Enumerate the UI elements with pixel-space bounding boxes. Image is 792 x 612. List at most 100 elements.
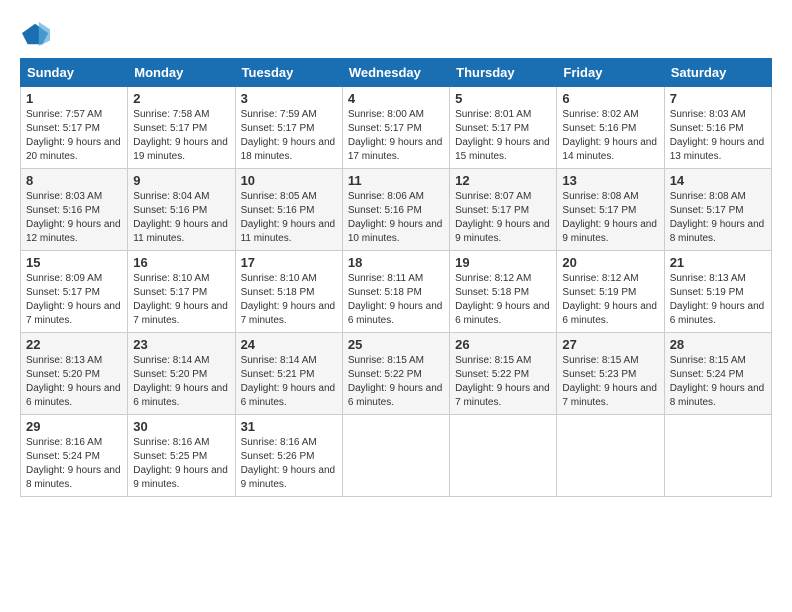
calendar-cell: 2Sunrise: 7:58 AMSunset: 5:17 PMDaylight… — [128, 87, 235, 169]
calendar-cell: 17 Sunrise: 8:10 AMSunset: 5:18 PMDayligh… — [235, 251, 342, 333]
day-number: 10 — [241, 173, 337, 188]
day-number: 6 — [562, 91, 658, 106]
calendar-cell: 29Sunrise: 8:16 AMSunset: 5:24 PMDayligh… — [21, 415, 128, 497]
calendar-cell: 16 Sunrise: 8:10 AMSunset: 5:17 PMDayligh… — [128, 251, 235, 333]
cell-info: Sunrise: 8:10 AMSunset: 5:18 PMDaylight:… — [241, 272, 337, 328]
calendar-table: SundayMondayTuesdayWednesdayThursdayFrid… — [20, 58, 772, 497]
calendar-cell: 9 Sunrise: 8:04 AMSunset: 5:16 PMDaylight… — [128, 169, 235, 251]
calendar-cell — [342, 415, 449, 497]
logo-icon — [22, 20, 50, 48]
column-header-friday: Friday — [557, 59, 664, 87]
calendar-cell: 14 Sunrise: 8:08 AMSunset: 5:17 PMDayligh… — [664, 169, 771, 251]
day-number: 3 — [241, 91, 337, 106]
calendar-cell — [664, 415, 771, 497]
day-number: 15 — [26, 255, 122, 270]
cell-info: Sunrise: 8:12 AMSunset: 5:18 PMDaylight:… — [455, 272, 551, 328]
day-number: 26 — [455, 337, 551, 352]
day-number: 4 — [348, 91, 444, 106]
cell-info: Sunrise: 8:03 AMSunset: 5:16 PMDaylight:… — [26, 190, 122, 246]
cell-info: Sunrise: 8:08 AMSunset: 5:17 PMDaylight:… — [562, 190, 658, 246]
calendar-cell: 28 Sunrise: 8:15 AMSunset: 5:24 PMDayligh… — [664, 333, 771, 415]
cell-info: Sunrise: 8:01 AMSunset: 5:17 PMDaylight:… — [455, 108, 551, 164]
day-number: 20 — [562, 255, 658, 270]
day-number: 2 — [133, 91, 229, 106]
day-number: 24 — [241, 337, 337, 352]
cell-info: Sunrise: 8:15 AMSunset: 5:22 PMDaylight:… — [348, 354, 444, 410]
day-number: 1 — [26, 91, 122, 106]
column-header-thursday: Thursday — [450, 59, 557, 87]
column-header-saturday: Saturday — [664, 59, 771, 87]
day-number: 31 — [241, 419, 337, 434]
day-number: 13 — [562, 173, 658, 188]
cell-info: Sunrise: 8:00 AMSunset: 5:17 PMDaylight:… — [348, 108, 444, 164]
cell-info: Sunrise: 8:11 AMSunset: 5:18 PMDaylight:… — [348, 272, 444, 328]
calendar-cell: 25 Sunrise: 8:15 AMSunset: 5:22 PMDayligh… — [342, 333, 449, 415]
calendar-cell: 15 Sunrise: 8:09 AMSunset: 5:17 PMDayligh… — [21, 251, 128, 333]
day-number: 8 — [26, 173, 122, 188]
cell-info: Sunrise: 8:12 AMSunset: 5:19 PMDaylight:… — [562, 272, 658, 328]
calendar-cell — [450, 415, 557, 497]
calendar-cell: 27 Sunrise: 8:15 AMSunset: 5:23 PMDayligh… — [557, 333, 664, 415]
calendar-cell: 31 Sunrise: 8:16 AMSunset: 5:26 PMDayligh… — [235, 415, 342, 497]
day-number: 29 — [26, 419, 122, 434]
page-header — [20, 20, 772, 48]
column-header-tuesday: Tuesday — [235, 59, 342, 87]
cell-info: Sunrise: 8:16 AMSunset: 5:26 PMDaylight:… — [241, 436, 337, 492]
day-number: 16 — [133, 255, 229, 270]
cell-info: Sunrise: 8:06 AMSunset: 5:16 PMDaylight:… — [348, 190, 444, 246]
cell-info: Sunrise: 8:07 AMSunset: 5:17 PMDaylight:… — [455, 190, 551, 246]
cell-info: Sunrise: 8:09 AMSunset: 5:17 PMDaylight:… — [26, 272, 122, 328]
cell-info: Sunrise: 8:02 AMSunset: 5:16 PMDaylight:… — [562, 108, 658, 164]
calendar-cell: 13 Sunrise: 8:08 AMSunset: 5:17 PMDayligh… — [557, 169, 664, 251]
day-number: 22 — [26, 337, 122, 352]
cell-info: Sunrise: 8:14 AMSunset: 5:21 PMDaylight:… — [241, 354, 337, 410]
calendar-cell: 11 Sunrise: 8:06 AMSunset: 5:16 PMDayligh… — [342, 169, 449, 251]
cell-info: Sunrise: 7:57 AMSunset: 5:17 PMDaylight:… — [26, 108, 122, 164]
calendar-cell: 8 Sunrise: 8:03 AMSunset: 5:16 PMDaylight… — [21, 169, 128, 251]
day-number: 9 — [133, 173, 229, 188]
cell-info: Sunrise: 8:08 AMSunset: 5:17 PMDaylight:… — [670, 190, 766, 246]
day-number: 21 — [670, 255, 766, 270]
day-number: 14 — [670, 173, 766, 188]
calendar-cell: 4 Sunrise: 8:00 AMSunset: 5:17 PMDaylight… — [342, 87, 449, 169]
cell-info: Sunrise: 8:14 AMSunset: 5:20 PMDaylight:… — [133, 354, 229, 410]
calendar-cell: 5Sunrise: 8:01 AMSunset: 5:17 PMDaylight… — [450, 87, 557, 169]
calendar-cell: 6 Sunrise: 8:02 AMSunset: 5:16 PMDaylight… — [557, 87, 664, 169]
calendar-cell: 1 Sunrise: 7:57 AMSunset: 5:17 PMDaylight… — [21, 87, 128, 169]
calendar-cell: 21 Sunrise: 8:13 AMSunset: 5:19 PMDayligh… — [664, 251, 771, 333]
calendar-cell: 24 Sunrise: 8:14 AMSunset: 5:21 PMDayligh… — [235, 333, 342, 415]
cell-info: Sunrise: 8:16 AMSunset: 5:25 PMDaylight:… — [133, 436, 229, 492]
calendar-cell: 7 Sunrise: 8:03 AMSunset: 5:16 PMDaylight… — [664, 87, 771, 169]
day-number: 17 — [241, 255, 337, 270]
calendar-cell: 10 Sunrise: 8:05 AMSunset: 5:16 PMDayligh… — [235, 169, 342, 251]
cell-info: Sunrise: 8:04 AMSunset: 5:16 PMDaylight:… — [133, 190, 229, 246]
cell-info: Sunrise: 7:59 AMSunset: 5:17 PMDaylight:… — [241, 108, 337, 164]
cell-info: Sunrise: 8:15 AMSunset: 5:23 PMDaylight:… — [562, 354, 658, 410]
calendar-cell — [557, 415, 664, 497]
column-header-monday: Monday — [128, 59, 235, 87]
cell-info: Sunrise: 8:10 AMSunset: 5:17 PMDaylight:… — [133, 272, 229, 328]
logo — [20, 20, 50, 48]
day-number: 11 — [348, 173, 444, 188]
cell-info: Sunrise: 8:13 AMSunset: 5:19 PMDaylight:… — [670, 272, 766, 328]
day-number: 30 — [133, 419, 229, 434]
cell-info: Sunrise: 8:03 AMSunset: 5:16 PMDaylight:… — [670, 108, 766, 164]
day-number: 25 — [348, 337, 444, 352]
calendar-cell: 23 Sunrise: 8:14 AMSunset: 5:20 PMDayligh… — [128, 333, 235, 415]
calendar-cell: 12Sunrise: 8:07 AMSunset: 5:17 PMDayligh… — [450, 169, 557, 251]
calendar-cell: 19 Sunrise: 8:12 AMSunset: 5:18 PMDayligh… — [450, 251, 557, 333]
column-header-wednesday: Wednesday — [342, 59, 449, 87]
day-number: 7 — [670, 91, 766, 106]
day-number: 27 — [562, 337, 658, 352]
calendar-cell: 3 Sunrise: 7:59 AMSunset: 5:17 PMDaylight… — [235, 87, 342, 169]
cell-info: Sunrise: 8:13 AMSunset: 5:20 PMDaylight:… — [26, 354, 122, 410]
calendar-cell: 20 Sunrise: 8:12 AMSunset: 5:19 PMDayligh… — [557, 251, 664, 333]
day-number: 19 — [455, 255, 551, 270]
day-number: 23 — [133, 337, 229, 352]
cell-info: Sunrise: 8:15 AMSunset: 5:24 PMDaylight:… — [670, 354, 766, 410]
day-number: 28 — [670, 337, 766, 352]
calendar-cell: 26 Sunrise: 8:15 AMSunset: 5:22 PMDayligh… — [450, 333, 557, 415]
cell-info: Sunrise: 8:05 AMSunset: 5:16 PMDaylight:… — [241, 190, 337, 246]
cell-info: Sunrise: 8:15 AMSunset: 5:22 PMDaylight:… — [455, 354, 551, 410]
day-number: 18 — [348, 255, 444, 270]
